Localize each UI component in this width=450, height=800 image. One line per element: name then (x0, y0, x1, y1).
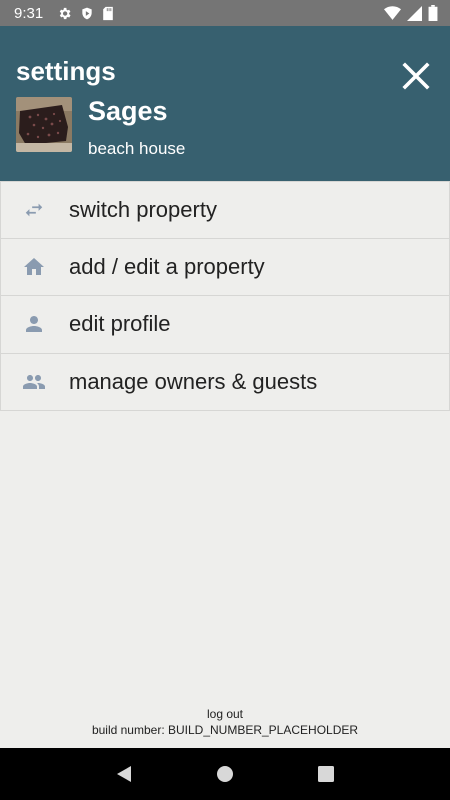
home-button[interactable] (205, 754, 245, 794)
build-number: build number: BUILD_NUMBER_PLACEHOLDER (91, 723, 359, 737)
logout-link[interactable]: log out (0, 706, 450, 722)
status-bar: 9:31 (0, 0, 450, 26)
switch-property-item[interactable]: switch property (0, 181, 450, 239)
recents-button[interactable] (306, 754, 346, 794)
home-icon (1, 255, 69, 279)
manage-owners-guests-item[interactable]: manage owners & guests (0, 353, 450, 411)
back-icon (117, 766, 132, 782)
recents-square-icon (317, 766, 334, 782)
cell-signal-icon (407, 5, 422, 21)
page-title: settings (16, 56, 116, 86)
add-edit-property-item[interactable]: add / edit a property (0, 238, 450, 296)
property-name: Sages (88, 96, 168, 126)
shield-icon (80, 6, 94, 21)
home-circle-icon (216, 766, 233, 782)
gear-icon (57, 6, 72, 21)
menu-item-label: switch property (69, 196, 217, 222)
wifi-icon (384, 5, 401, 21)
people-icon (1, 370, 69, 394)
menu-item-label: edit profile (69, 311, 171, 337)
close-icon (402, 62, 430, 90)
android-nav-bar (0, 748, 450, 800)
settings-footer: log out build number: BUILD_NUMBER_PLACE… (0, 706, 450, 738)
back-button[interactable] (104, 754, 144, 794)
menu-item-label: add / edit a property (69, 253, 265, 279)
edit-profile-item[interactable]: edit profile (0, 296, 450, 354)
swap-arrows-icon (1, 199, 69, 221)
close-button[interactable] (400, 60, 432, 92)
status-time: 9:31 (14, 4, 44, 22)
settings-header: settings Sages beach house (0, 26, 450, 181)
property-avatar (16, 97, 72, 152)
settings-menu: switch property add / edit a property ed… (0, 181, 450, 411)
battery-icon (428, 5, 438, 21)
menu-item-label: manage owners & guests (69, 368, 318, 394)
property-subtitle: beach house (88, 139, 186, 158)
person-icon (1, 312, 69, 336)
sd-card-icon (102, 6, 114, 21)
